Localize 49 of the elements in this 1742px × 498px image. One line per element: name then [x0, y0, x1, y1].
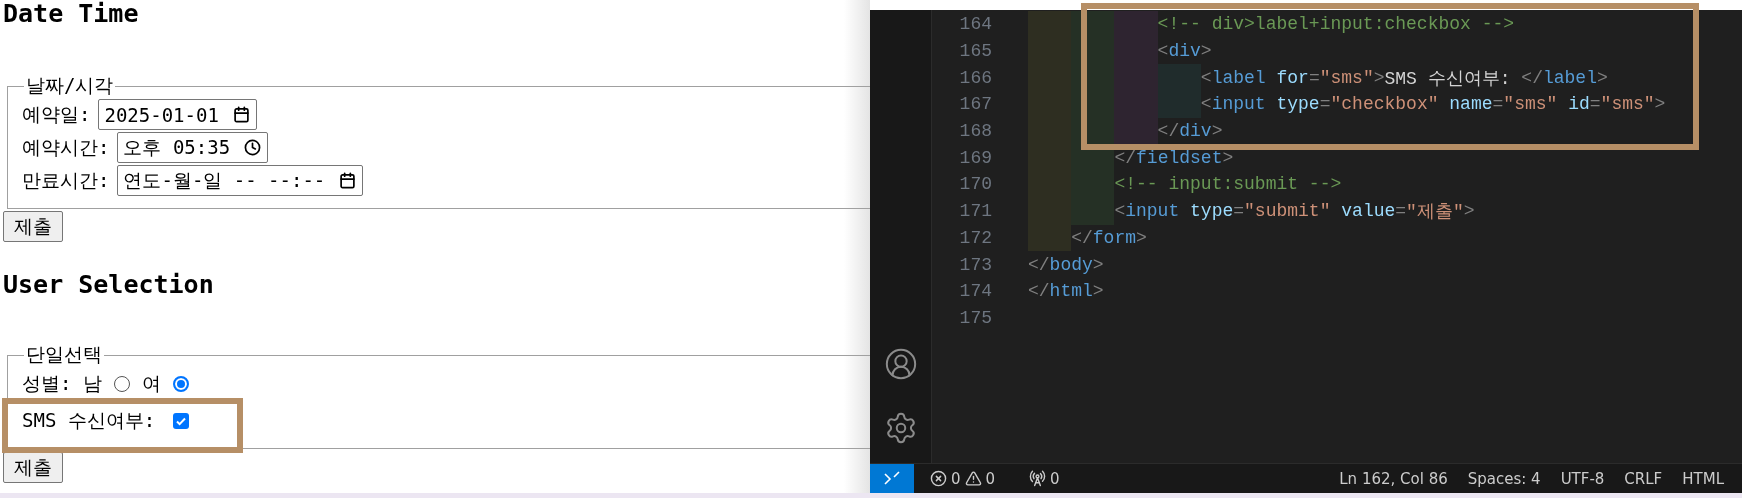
line-number: 172: [958, 227, 992, 248]
radio-label[interactable]: 남: [83, 370, 103, 397]
error-icon[interactable]: [930, 470, 947, 487]
field-label: 예약일:: [22, 101, 91, 127]
calendar-icon[interactable]: [232, 106, 250, 123]
code-line: </body>: [1028, 253, 1104, 277]
field-label: 만료시간:: [22, 167, 110, 193]
status-item[interactable]: HTML: [1672, 469, 1742, 488]
line-number: 175: [958, 307, 992, 328]
error-count[interactable]: 0: [951, 469, 961, 488]
line-number: 166: [958, 67, 992, 88]
fieldset-legend: 단일선택: [24, 342, 104, 368]
warning-icon[interactable]: [964, 470, 982, 487]
time-input[interactable]: 오후 05:35: [117, 132, 269, 163]
field-label: 예약시간:: [22, 134, 110, 160]
line-number: 168: [958, 121, 992, 142]
section-heading: User Selection: [3, 271, 214, 299]
line-number: 170: [958, 174, 992, 195]
clock-icon[interactable]: [244, 139, 262, 156]
remote-button[interactable]: [870, 464, 914, 493]
account-icon[interactable]: [883, 347, 918, 381]
line-number: 173: [958, 254, 992, 275]
ports-count[interactable]: 0: [1050, 469, 1060, 488]
checkbox[interactable]: [173, 412, 190, 429]
line-number: 174: [958, 281, 992, 302]
status-item[interactable]: Spaces: 4: [1457, 469, 1551, 488]
submit-button[interactable]: 제출: [3, 211, 63, 242]
line-number: 164: [958, 14, 992, 35]
ports-icon[interactable]: [1029, 470, 1047, 487]
radio-label[interactable]: 여: [142, 370, 162, 397]
date-input[interactable]: 2025-01-01: [98, 99, 257, 130]
radio-button[interactable]: [173, 375, 190, 392]
line-number: 169: [958, 147, 992, 168]
radio-group-label: 성별:: [22, 370, 72, 396]
date-input[interactable]: 연도-월-일 -- --:--: [117, 165, 364, 196]
submit-button[interactable]: 제출: [3, 452, 63, 483]
code-line: </html>: [1028, 280, 1104, 304]
checkbox-label[interactable]: SMS 수신여부:: [22, 407, 156, 434]
line-number: 167: [958, 94, 992, 115]
status-item[interactable]: Ln 162, Col 86: [1329, 469, 1458, 488]
fieldset-legend: 날짜/시각: [24, 73, 116, 99]
calendar-icon[interactable]: [339, 172, 357, 189]
status-item[interactable]: CRLF: [1614, 469, 1673, 488]
section-heading: Date Time: [3, 0, 139, 28]
line-number: 165: [958, 41, 992, 62]
warning-count[interactable]: 0: [985, 469, 996, 488]
line-number: 171: [958, 201, 992, 222]
radio-button[interactable]: [114, 375, 131, 392]
status-item[interactable]: UTF-8: [1550, 469, 1615, 488]
